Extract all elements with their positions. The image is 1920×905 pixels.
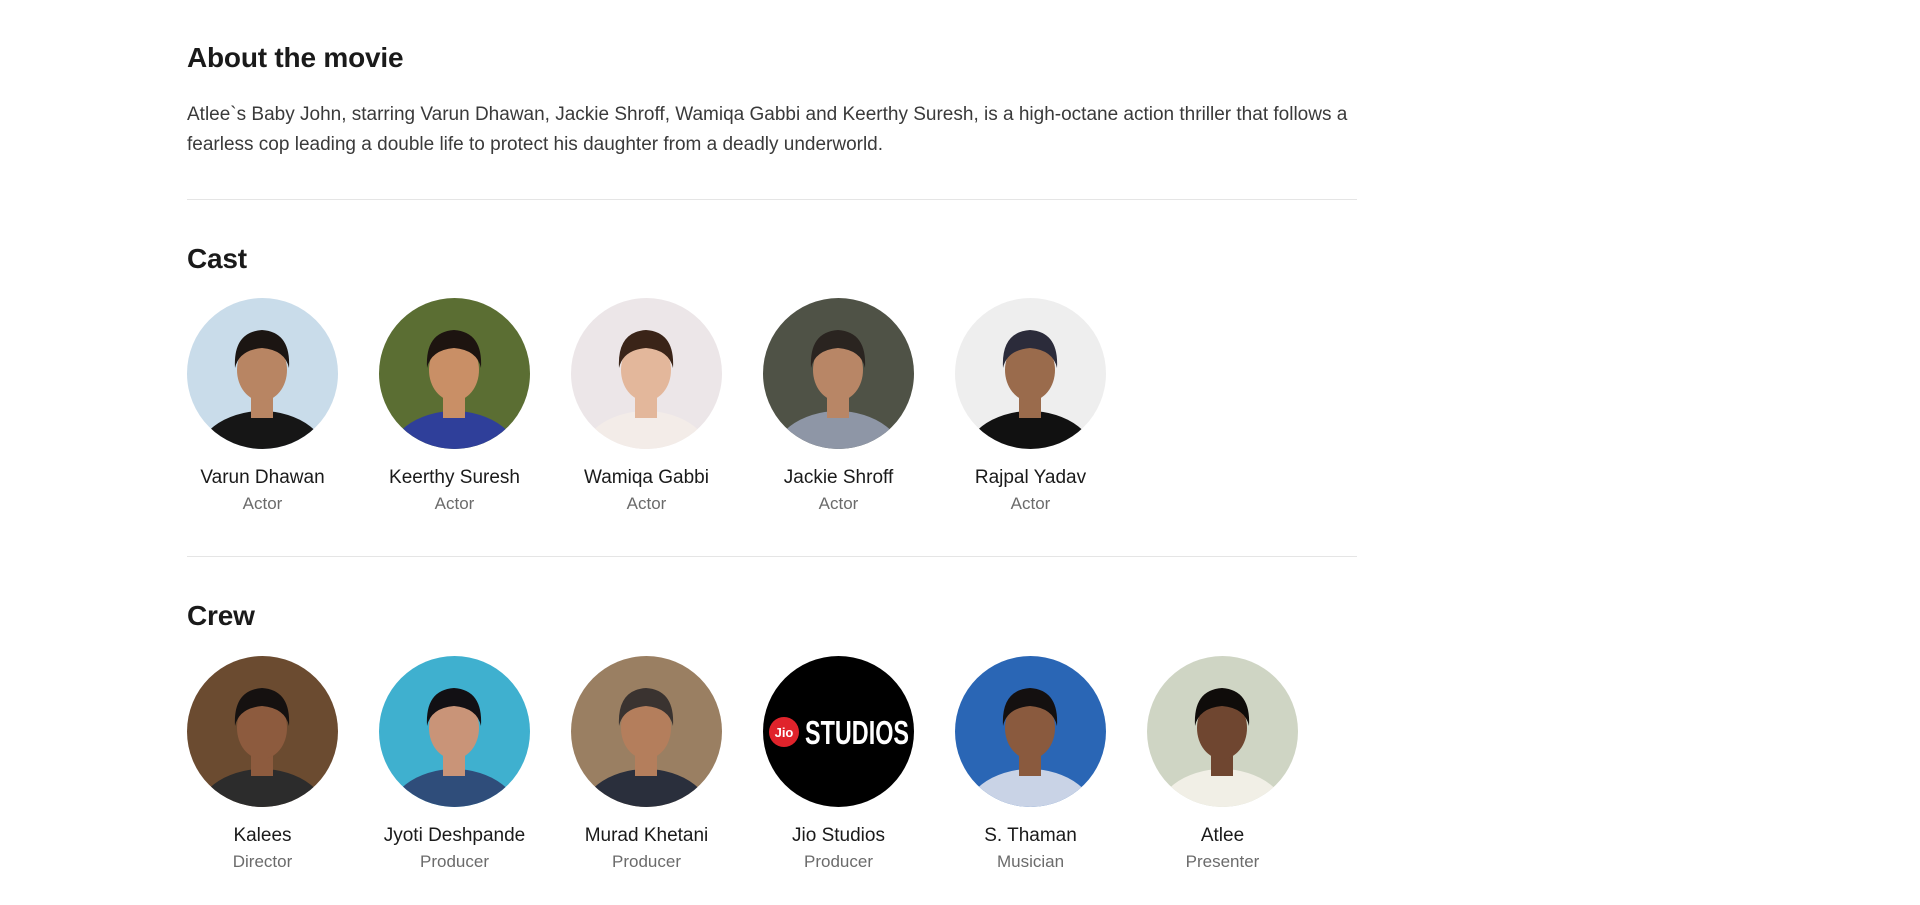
avatar-image: [955, 656, 1106, 807]
person-name: Jyoti Deshpande: [383, 825, 526, 846]
cast-member-rajpal-yadav[interactable]: Rajpal Yadav Actor: [955, 298, 1106, 515]
avatar-image: [379, 656, 530, 807]
person-name: Rajpal Yadav: [974, 467, 1087, 488]
avatar[interactable]: [379, 656, 530, 807]
cast-member-varun-dhawan[interactable]: Varun Dhawan Actor: [187, 298, 338, 515]
section-divider: [187, 199, 1357, 200]
avatar-image: [187, 656, 338, 807]
crew-list: Kalees Director Jyoti Deshpande Producer Mur…: [187, 656, 1298, 873]
avatar[interactable]: [955, 656, 1106, 807]
person-name: Murad Khetani: [584, 825, 709, 846]
person-name: Jio Studios: [792, 825, 885, 846]
person-name: Atlee: [1200, 825, 1245, 846]
avatar[interactable]: Jio STUDIOS: [763, 656, 914, 807]
svg-text:STUDIOS: STUDIOS: [805, 714, 909, 751]
crew-member-jyoti-deshpande[interactable]: Jyoti Deshpande Producer: [379, 656, 530, 873]
avatar[interactable]: [571, 298, 722, 449]
crew-member-jio-studios[interactable]: Jio STUDIOS Jio Studios Producer: [763, 656, 914, 873]
person-role: Actor: [626, 494, 667, 513]
crew-member-kalees[interactable]: Kalees Director: [187, 656, 338, 873]
crew-member-atlee[interactable]: Atlee Presenter: [1147, 656, 1298, 873]
svg-text:Jio: Jio: [775, 725, 794, 740]
person-role: Producer: [804, 852, 873, 871]
avatar-image: [187, 298, 338, 449]
section-divider: [187, 556, 1357, 557]
avatar-image: [571, 298, 722, 449]
avatar-image: [955, 298, 1106, 449]
person-role: Producer: [420, 852, 489, 871]
person-role: Actor: [434, 494, 475, 513]
jio-studios-logo: Jio STUDIOS: [769, 714, 909, 751]
avatar-image: [571, 656, 722, 807]
avatar[interactable]: [1147, 656, 1298, 807]
cast-member-wamiqa-gabbi[interactable]: Wamiqa Gabbi Actor: [571, 298, 722, 515]
cast-list: Varun Dhawan Actor Keerthy Suresh Actor Wami…: [187, 298, 1106, 515]
about-description: Atlee`s Baby John, starring Varun Dhawan…: [187, 104, 1348, 155]
crew-member-murad-khetani[interactable]: Murad Khetani Producer: [571, 656, 722, 873]
person-name: Jackie Shroff: [783, 467, 894, 488]
crew-member-s-thaman[interactable]: S. Thaman Musician: [955, 656, 1106, 873]
avatar[interactable]: [571, 656, 722, 807]
cast-member-keerthy-suresh[interactable]: Keerthy Suresh Actor: [379, 298, 530, 515]
avatar-image: [763, 298, 914, 449]
avatar[interactable]: [955, 298, 1106, 449]
person-name: Varun Dhawan: [200, 467, 325, 488]
avatar[interactable]: [379, 298, 530, 449]
person-role: Producer: [612, 852, 681, 871]
person-name: S. Thaman: [984, 825, 1077, 846]
person-name: Kalees: [233, 825, 292, 846]
person-role: Actor: [242, 494, 283, 513]
avatar-image: [1147, 656, 1298, 807]
avatar[interactable]: [187, 656, 338, 807]
person-name: Keerthy Suresh: [389, 467, 520, 488]
person-role: Actor: [818, 494, 859, 513]
person-role: Actor: [1010, 494, 1051, 513]
avatar-image: Jio STUDIOS: [763, 656, 914, 807]
avatar-image: [379, 298, 530, 449]
person-name: Wamiqa Gabbi: [584, 467, 709, 488]
crew-title: Crew: [187, 600, 255, 631]
person-role: Musician: [996, 852, 1065, 871]
avatar[interactable]: [187, 298, 338, 449]
cast-member-jackie-shroff[interactable]: Jackie Shroff Actor: [763, 298, 914, 515]
person-role: Director: [232, 852, 293, 871]
about-title: About the movie: [187, 42, 404, 73]
person-role: Presenter: [1185, 852, 1260, 871]
avatar[interactable]: [763, 298, 914, 449]
cast-title: Cast: [187, 243, 247, 274]
